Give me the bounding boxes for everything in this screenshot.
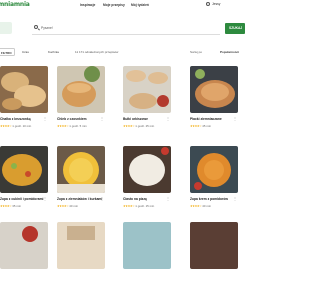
filter-kuchnia[interactable]: Kuchnia bbox=[48, 50, 59, 54]
recipe-card[interactable]: Chałka z kruszonką ★★★★☆ 1 godz. 10 min … bbox=[0, 66, 48, 144]
more-icon[interactable]: ⋮ bbox=[233, 196, 237, 201]
recipe-image[interactable] bbox=[123, 146, 171, 193]
more-icon[interactable]: ⋮ bbox=[100, 196, 104, 201]
recipe-card[interactable] bbox=[57, 222, 105, 300]
more-icon[interactable]: ⋮ bbox=[166, 116, 170, 121]
recipe-title[interactable]: Zupa z cukinii i pomidorami bbox=[0, 197, 48, 201]
user-icon[interactable] bbox=[206, 2, 210, 6]
more-icon[interactable]: ⋮ bbox=[43, 196, 47, 201]
search-underline bbox=[32, 34, 220, 35]
nav-inspiracje[interactable]: Inspiracje bbox=[80, 3, 95, 7]
recipe-card[interactable]: Zupa z ziemniaków i kurkami ★★★★☆ 40 min… bbox=[57, 146, 105, 224]
recipe-image[interactable] bbox=[123, 222, 171, 269]
search-input[interactable]: Pyszne! bbox=[41, 26, 53, 30]
recipe-meta: ★★★★☆ 35 min bbox=[0, 204, 21, 208]
recipe-meta: ★★★★☆ 45 min bbox=[190, 124, 211, 128]
filter-czas[interactable]: Czas bbox=[22, 50, 29, 54]
more-icon[interactable]: ⋮ bbox=[233, 116, 237, 121]
recipe-card[interactable]: Zupa krem z pomidorów ★★★★☆ 40 min ⋮ bbox=[190, 146, 238, 224]
recipe-meta: ★★★★☆ 1 godz. 5 min bbox=[57, 124, 87, 128]
more-icon[interactable]: ⋮ bbox=[43, 116, 47, 121]
nav-moje-przepisy[interactable]: Moje przepisy bbox=[103, 3, 125, 7]
recipe-card[interactable] bbox=[123, 222, 171, 300]
recipe-card[interactable]: Ciasto na pizzę ★★★★☆ 1 godz. 15 min ⋮ bbox=[123, 146, 171, 224]
sort-dropdown[interactable]: Popularności bbox=[220, 50, 239, 54]
recipe-image[interactable] bbox=[57, 66, 105, 113]
filter-toggle-button[interactable] bbox=[0, 22, 12, 34]
recipe-image[interactable] bbox=[0, 66, 48, 113]
recipe-card[interactable]: Chleb z czosnkiem ★★★★☆ 1 godz. 5 min ⋮ bbox=[57, 66, 105, 144]
search-icon bbox=[34, 25, 38, 29]
recipe-meta: ★★★★☆ 1 godz. 10 min bbox=[0, 124, 32, 128]
recipe-title[interactable]: Bułki orkiszowe bbox=[123, 117, 171, 121]
recipe-image[interactable] bbox=[0, 222, 48, 269]
search-button[interactable]: SZUKAJ bbox=[225, 23, 245, 34]
recipe-title[interactable]: Chleb z czosnkiem bbox=[57, 117, 105, 121]
recipe-card[interactable]: Zupa z cukinii i pomidorami ★★★★☆ 35 min… bbox=[0, 146, 48, 224]
recipe-card[interactable]: Bułki orkiszowe ★★★★☆ 1 godz. 25 min ⋮ bbox=[123, 66, 171, 144]
recipe-image[interactable] bbox=[57, 146, 105, 193]
recipe-title[interactable]: Placki ziemniaczane bbox=[190, 117, 238, 121]
sort-label: Sortuj po bbox=[190, 50, 203, 54]
search-bar: Pyszne! SZUKAJ bbox=[0, 22, 245, 36]
recipe-image[interactable] bbox=[190, 66, 238, 113]
recipe-image[interactable] bbox=[123, 66, 171, 113]
recipe-title[interactable]: Zupa z ziemniaków i kurkami bbox=[57, 197, 105, 201]
top-header: mniamnia Inspiracje Moje przepisy Mój ty… bbox=[0, 0, 240, 11]
results-count: 11 171 odnalezionych przepisów bbox=[75, 50, 119, 54]
filters-button[interactable]: FILTRO bbox=[0, 48, 15, 56]
recipe-image[interactable] bbox=[190, 146, 238, 193]
recipe-meta: ★★★★☆ 1 godz. 25 min bbox=[123, 124, 155, 128]
recipe-title[interactable]: Zupa krem z pomidorów bbox=[190, 197, 238, 201]
recipe-image[interactable] bbox=[0, 146, 48, 193]
recipe-card[interactable] bbox=[0, 222, 48, 300]
recipe-title[interactable]: Ciasto na pizzę bbox=[123, 197, 171, 201]
user-menu[interactable]: Jessy bbox=[212, 2, 220, 6]
logo[interactable]: mniamnia bbox=[0, 1, 30, 8]
recipe-card[interactable] bbox=[190, 222, 238, 300]
recipe-card[interactable]: Placki ziemniaczane ★★★★☆ 45 min ⋮ bbox=[190, 66, 238, 144]
nav-moj-tydzien[interactable]: Mój tydzień bbox=[131, 3, 149, 7]
more-icon[interactable]: ⋮ bbox=[166, 196, 170, 201]
recipe-title[interactable]: Chałka z kruszonką bbox=[0, 117, 48, 121]
recipe-meta: ★★★★☆ 40 min bbox=[57, 204, 78, 208]
more-icon[interactable]: ⋮ bbox=[100, 116, 104, 121]
recipe-meta: ★★★★☆ 40 min bbox=[190, 204, 211, 208]
recipe-image[interactable] bbox=[190, 222, 238, 269]
recipe-meta: ★★★★☆ 1 godz. 15 min bbox=[123, 204, 155, 208]
recipe-image[interactable] bbox=[57, 222, 105, 269]
filter-bar: FILTRO Czas Kuchnia 11 171 odnalezionych… bbox=[0, 47, 240, 57]
